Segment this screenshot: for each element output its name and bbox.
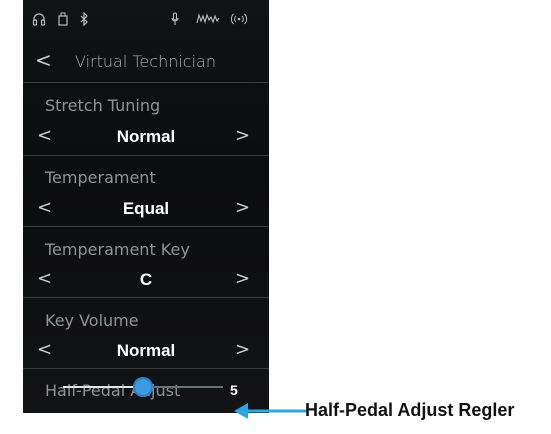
callout-label: Half-Pedal Adjust Regler xyxy=(305,400,515,420)
callout-arrow-icon xyxy=(234,403,308,419)
next-value-button[interactable]: > xyxy=(235,197,250,218)
screen-header: < Virtual Technician xyxy=(23,42,269,82)
page-title: Virtual Technician xyxy=(75,52,216,71)
piano-app-screen: < Virtual Technician Stretch Tuning < No… xyxy=(23,0,269,413)
setting-value: Normal xyxy=(116,127,176,146)
next-value-button[interactable]: > xyxy=(235,125,250,146)
setting-label: Stretch Tuning xyxy=(45,96,161,115)
setting-value: Equal xyxy=(122,199,170,218)
bluetooth-icon xyxy=(79,11,89,27)
headphones-icon xyxy=(31,11,47,27)
microphone-icon xyxy=(170,11,180,27)
divider xyxy=(23,297,269,298)
half-pedal-value: 5 xyxy=(230,382,238,398)
half-pedal-slider-thumb[interactable] xyxy=(133,377,153,397)
divider xyxy=(23,82,269,83)
midi-icon xyxy=(195,11,221,27)
divider xyxy=(23,368,269,369)
setting-label: Half-Pedal Adjust xyxy=(45,381,181,400)
setting-label: Temperament Key xyxy=(45,240,190,259)
setting-value: Normal xyxy=(116,341,176,360)
half-pedal-slider-fill xyxy=(63,386,143,388)
setting-label: Key Volume xyxy=(45,311,139,330)
divider xyxy=(23,226,269,227)
divider xyxy=(23,155,269,156)
setting-label: Temperament xyxy=(45,168,156,187)
back-button[interactable]: < xyxy=(35,48,52,72)
wireless-icon xyxy=(229,11,249,27)
setting-value: C xyxy=(139,270,153,289)
usb-icon xyxy=(57,11,69,27)
next-value-button[interactable]: > xyxy=(235,268,250,289)
next-value-button[interactable]: > xyxy=(235,339,250,360)
status-bar xyxy=(23,0,269,42)
